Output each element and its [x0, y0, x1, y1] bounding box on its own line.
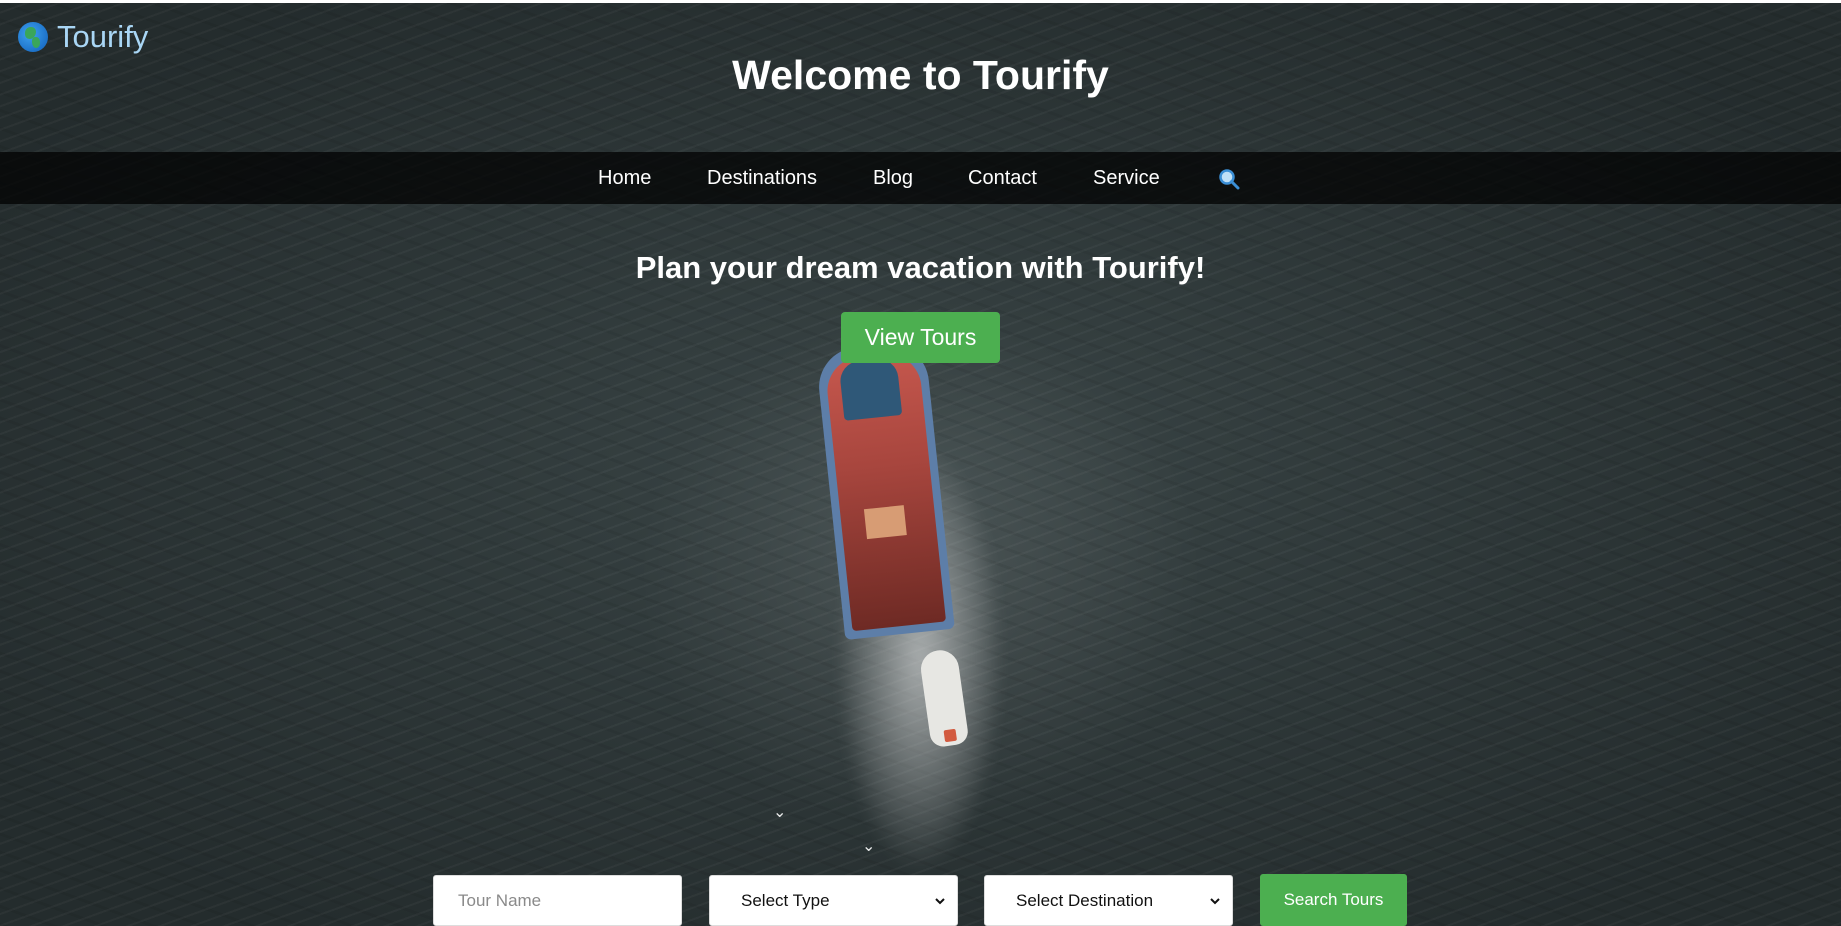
destination-select[interactable]: Select Destination — [984, 875, 1233, 926]
nav-item-service[interactable]: Service — [1093, 152, 1160, 204]
destination-select-value: Select Destination — [1016, 890, 1154, 910]
seagull-icon: ⌄ — [862, 838, 876, 855]
page: ⌄ ⌄ Tourify Welcome to Tourify Home Dest… — [0, 0, 1841, 926]
globe-icon — [18, 21, 48, 52]
chevron-down-icon — [1210, 897, 1220, 904]
view-tours-button[interactable]: View Tours — [841, 312, 1000, 363]
main-nav: Home Destinations Blog Contact Service — [0, 152, 1841, 204]
search-tours-button[interactable]: Search Tours — [1260, 874, 1407, 926]
tour-name-input[interactable] — [433, 875, 682, 926]
nav-item-blog[interactable]: Blog — [873, 152, 913, 204]
type-select[interactable]: Select Type — [709, 875, 958, 926]
brand-logo[interactable]: Tourify — [18, 21, 148, 52]
nav-item-destinations[interactable]: Destinations — [707, 152, 817, 204]
boat-crate — [863, 505, 907, 540]
hero-tagline: Plan your dream vacation with Tourify! — [635, 250, 1206, 285]
dinghy-tip — [943, 728, 958, 743]
nav-item-home[interactable]: Home — [598, 152, 651, 204]
seagull-icon: ⌄ — [773, 804, 787, 821]
boat-cabin — [838, 357, 903, 421]
type-select-value: Select Type — [741, 890, 830, 910]
search-icon[interactable] — [1218, 168, 1240, 190]
brand-name: Tourify — [57, 19, 149, 54]
top-border — [0, 0, 1841, 3]
page-title: Welcome to Tourify — [732, 52, 1109, 98]
chevron-down-icon — [935, 897, 945, 904]
nav-item-contact[interactable]: Contact — [968, 152, 1037, 204]
